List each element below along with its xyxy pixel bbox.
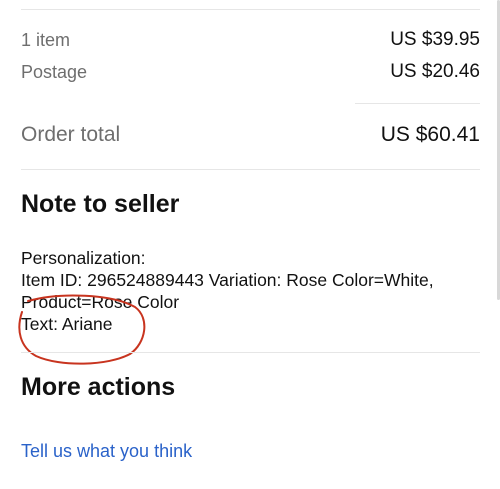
order-details-page: 1 item US $39.95 Postage US $20.46 Order…	[0, 0, 500, 489]
postage-row: Postage US $20.46	[21, 61, 480, 83]
postage-label: Postage	[21, 61, 88, 82]
note-line: Text: Ariane	[21, 314, 113, 334]
tell-us-what-you-think-link[interactable]: Tell us what you think	[21, 441, 192, 462]
items-row: 1 item US $39.95	[21, 29, 480, 51]
postage-value: US $20.46	[390, 61, 480, 82]
note-to-seller-heading: Note to seller	[21, 190, 180, 218]
note-line: Item ID: 296524889443 Variation: Rose Co…	[21, 270, 434, 290]
items-label: 1 item	[21, 29, 71, 50]
note-to-seller-text: Personalization: Item ID: 296524889443 V…	[21, 247, 491, 335]
items-value: US $39.95	[390, 29, 480, 50]
note-line: Product=Rose Color	[21, 292, 180, 312]
order-total-label: Order total	[21, 123, 121, 146]
note-divider	[21, 352, 480, 353]
more-actions-heading: More actions	[21, 373, 176, 401]
subtotal-divider	[355, 103, 480, 104]
note-line: Personalization:	[21, 248, 146, 268]
total-divider	[21, 169, 480, 170]
top-divider	[21, 9, 480, 10]
order-total-value: US $60.41	[380, 123, 480, 146]
order-total-row: Order total US $60.41	[21, 123, 480, 147]
